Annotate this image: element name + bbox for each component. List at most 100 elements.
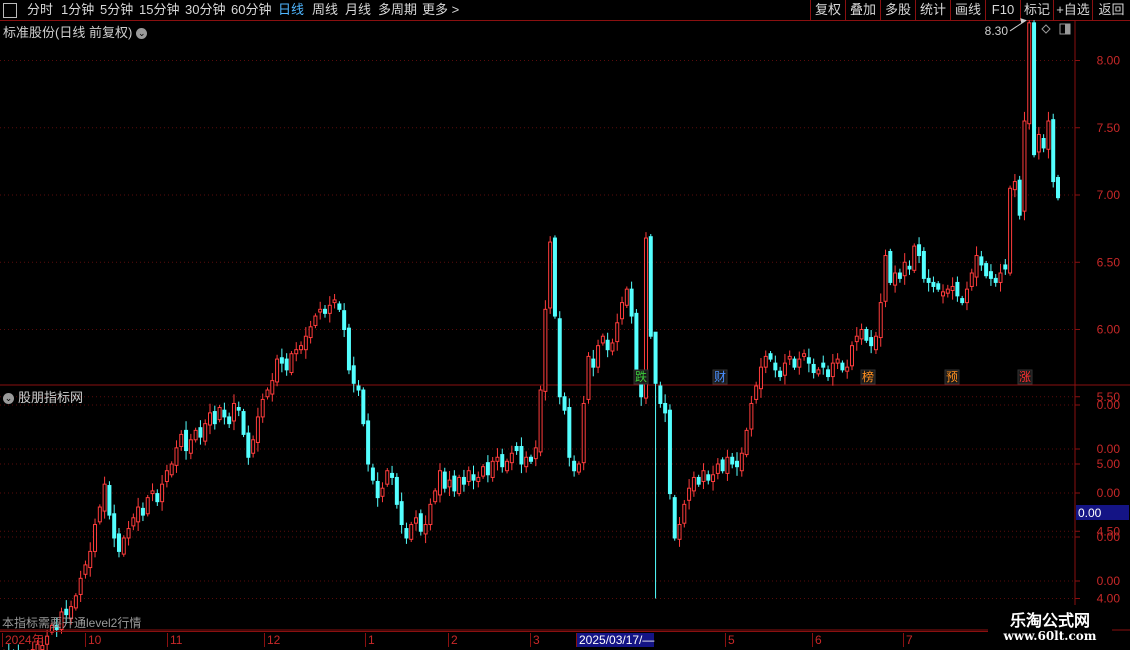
candle — [116, 528, 121, 558]
price-tick-label: 7.50 — [1097, 121, 1121, 135]
sub-tick-label: 0.00 — [1097, 574, 1121, 588]
candle-body — [782, 362, 787, 376]
candle — [869, 330, 874, 354]
sub-tick-label: 0.00 — [1097, 486, 1121, 500]
main-chart-title-text: 标准股份(日线 前复权) — [3, 25, 133, 40]
price-tick-label: 6.50 — [1097, 255, 1121, 269]
date-cursor-label: 2025/03/17/— — [576, 633, 655, 647]
candle — [155, 489, 160, 506]
candle-body — [270, 380, 275, 395]
candle — [246, 425, 251, 465]
candle-body — [466, 470, 471, 482]
event-tag: 跌 — [633, 369, 649, 385]
candle-body — [849, 345, 854, 367]
candle-body — [950, 285, 955, 291]
candle-body — [1051, 119, 1056, 183]
candle — [78, 570, 83, 602]
candle-body — [888, 250, 893, 283]
event-tag-label: 涨 — [1019, 369, 1031, 384]
kline-chart[interactable]: 8.007.507.006.506.005.505.004.504.003.50… — [0, 0, 1130, 650]
candle-body — [322, 308, 327, 314]
candle — [711, 465, 716, 491]
candle — [787, 350, 792, 366]
candle-body — [294, 349, 299, 355]
candle-body — [830, 362, 835, 378]
candle-body — [481, 466, 486, 477]
candle-body — [816, 369, 821, 375]
candle-body — [366, 420, 371, 465]
candle-body — [979, 256, 984, 266]
candle-body — [1017, 179, 1022, 216]
candle — [188, 433, 193, 460]
candle — [849, 341, 854, 371]
candle-body — [969, 272, 974, 287]
chevron-down-circle-icon[interactable]: ⌄ — [3, 393, 14, 405]
candle — [763, 350, 768, 374]
candle — [437, 463, 442, 503]
candle — [461, 469, 466, 492]
candle — [941, 284, 946, 304]
candle-body — [337, 303, 342, 310]
candle — [203, 419, 208, 446]
candle-body — [720, 459, 725, 472]
candle-body — [88, 550, 93, 569]
candle-body — [116, 533, 121, 552]
candle-body — [409, 524, 414, 540]
date-axis: 2024年 10 11 12 1 2 3 2025/03/17/— 5 6 7 — [0, 631, 1075, 648]
candle — [701, 463, 706, 490]
candle-body — [763, 355, 768, 368]
candle-body — [327, 304, 332, 314]
event-tag-label: 榜 — [862, 369, 874, 384]
candle — [198, 420, 203, 445]
chevron-down-circle-icon[interactable]: ⌄ — [136, 28, 148, 40]
candle — [533, 440, 538, 467]
candle — [624, 286, 629, 308]
candle-body — [1036, 133, 1041, 153]
candle-body — [428, 503, 433, 526]
candle-body — [893, 272, 898, 286]
candle — [620, 296, 625, 325]
candle-body — [179, 433, 184, 448]
candle-body — [931, 281, 936, 287]
candle-body — [586, 355, 591, 400]
candle — [179, 430, 184, 451]
candle — [667, 404, 672, 500]
candle — [758, 358, 763, 398]
candle — [888, 248, 893, 286]
candle — [322, 305, 327, 318]
candle-body — [624, 288, 629, 306]
candle-body — [787, 355, 792, 360]
candle-body — [921, 250, 926, 279]
candle — [998, 263, 1003, 292]
date-label: 7 — [903, 633, 913, 647]
candle — [93, 518, 98, 558]
candle — [739, 447, 744, 477]
candle-body — [318, 308, 323, 313]
candle — [663, 394, 668, 423]
candle-body — [1032, 22, 1037, 156]
candle — [696, 474, 701, 487]
candle — [428, 498, 433, 531]
candle — [490, 457, 495, 482]
candle — [390, 465, 395, 485]
candle — [648, 234, 653, 339]
candle — [596, 339, 601, 374]
price-tick-label: 4.00 — [1097, 592, 1121, 606]
candle-body — [505, 460, 510, 472]
candle — [979, 250, 984, 271]
candle — [140, 502, 145, 522]
window-toggle-icon-half — [1065, 24, 1070, 34]
candle — [1003, 259, 1008, 275]
candle-body — [246, 432, 251, 458]
candle — [936, 281, 941, 292]
candle-body — [552, 237, 557, 317]
candle — [610, 338, 615, 356]
candle — [342, 303, 347, 338]
candle-body — [222, 409, 227, 418]
candle-body — [251, 439, 256, 454]
candle-body — [960, 298, 965, 304]
candle — [131, 513, 136, 531]
candle-body — [529, 456, 533, 462]
candle — [883, 249, 888, 308]
candle — [816, 367, 821, 377]
